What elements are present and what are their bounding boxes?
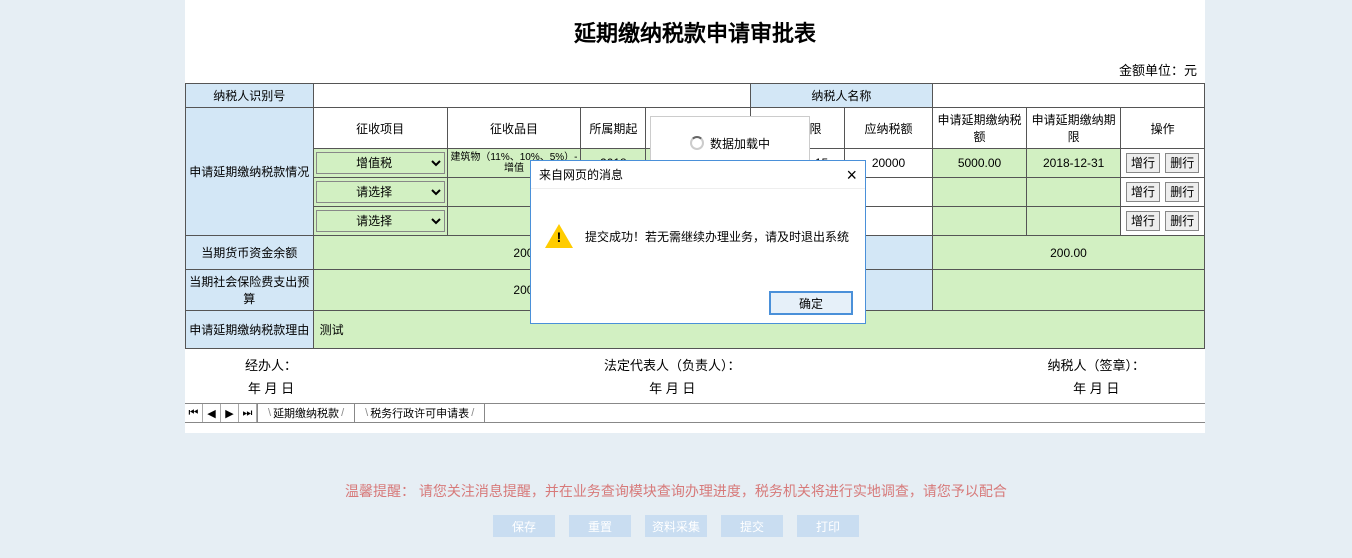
- select-tax-item-0[interactable]: 增值税: [316, 152, 445, 174]
- ok-button[interactable]: 确定: [769, 291, 853, 315]
- header-period-start: 所属期起: [581, 108, 646, 149]
- cell-cash-balance-right[interactable]: 200.00: [932, 236, 1204, 270]
- collect-button[interactable]: 资料采集: [645, 515, 707, 537]
- taxpayer-date: 年 月 日: [1047, 378, 1145, 397]
- sheet-nav-next-icon[interactable]: ▶: [221, 404, 239, 422]
- header-tax-due: 应纳税额: [845, 108, 933, 149]
- sheet-tabs: ⏮ ◀ ▶ ⏭ 延期缴纳税款 税务行政许可申请表: [185, 403, 1205, 423]
- sheet-nav-last-icon[interactable]: ⏭: [239, 404, 257, 422]
- page-title: 延期缴纳税款申请审批表: [185, 10, 1205, 60]
- sheet-nav-first-icon[interactable]: ⏮: [185, 404, 203, 422]
- del-row-button-1[interactable]: 删行: [1165, 182, 1199, 202]
- label-taxpayer-id: 纳税人识别号: [186, 84, 314, 108]
- alert-modal: 来自网页的消息 × 提交成功！若无需继续办理业务，请及时退出系统 确定: [530, 160, 866, 324]
- header-defer-deadline: 申请延期缴纳期限: [1027, 108, 1121, 149]
- del-row-button-0[interactable]: 删行: [1165, 153, 1199, 173]
- unit-label: 金额单位：元: [185, 60, 1205, 83]
- handler-date: 年 月 日: [245, 378, 297, 397]
- header-defer-amount: 申请延期缴纳税额: [932, 108, 1026, 149]
- close-icon[interactable]: ×: [846, 166, 857, 184]
- sheet-nav-prev-icon[interactable]: ◀: [203, 404, 221, 422]
- modal-title: 来自网页的消息: [539, 166, 623, 183]
- handler-label: 经办人：: [245, 355, 297, 374]
- sheet-tab-1[interactable]: 税务行政许可申请表: [355, 404, 485, 422]
- label-application-detail: 申请延期缴纳税款情况: [186, 108, 314, 236]
- legal-label: 法定代表人（负责人）：: [604, 355, 741, 374]
- sheet-tab-0[interactable]: 延期缴纳税款: [258, 404, 355, 422]
- label-reason: 申请延期缴纳税款理由: [186, 311, 314, 349]
- taxpayer-sig-label: 纳税人（签章）：: [1047, 355, 1145, 374]
- submit-button[interactable]: 提交: [721, 515, 783, 537]
- save-button[interactable]: 保存: [493, 515, 555, 537]
- reset-button[interactable]: 重置: [569, 515, 631, 537]
- print-button[interactable]: 打印: [797, 515, 859, 537]
- header-tax-item: 征收项目: [313, 108, 447, 149]
- add-row-button-1[interactable]: 增行: [1126, 182, 1160, 202]
- add-row-button-0[interactable]: 增行: [1126, 153, 1160, 173]
- del-row-button-2[interactable]: 删行: [1165, 211, 1199, 231]
- modal-message: 提交成功！若无需继续办理业务，请及时退出系统: [585, 228, 849, 245]
- reminder-text: 温馨提醒： 请您关注消息提醒，并在业务查询模块查询办理进度，税务机关将进行实地调…: [0, 481, 1352, 501]
- label-social-insurance: 当期社会保险费支出预算: [186, 270, 314, 311]
- cell-defer-amount-0[interactable]: 5000.00: [932, 149, 1026, 178]
- add-row-button-2[interactable]: 增行: [1126, 211, 1160, 231]
- cell-defer-deadline-0[interactable]: 2018-12-31: [1027, 149, 1121, 178]
- select-tax-item-2[interactable]: 请选择: [316, 210, 445, 232]
- label-cash-balance: 当期货币资金余额: [186, 236, 314, 270]
- loading-text: 数据加载中: [710, 135, 770, 152]
- legal-date: 年 月 日: [604, 378, 741, 397]
- value-taxpayer-name: [932, 84, 1204, 108]
- value-taxpayer-id: [313, 84, 750, 108]
- signature-row: 经办人： 年 月 日 法定代表人（负责人）： 年 月 日 纳税人（签章）： 年 …: [185, 349, 1205, 403]
- select-tax-item-1[interactable]: 请选择: [316, 181, 445, 203]
- action-bar: 保存 重置 资料采集 提交 打印: [0, 515, 1352, 537]
- header-tax-category: 征收品目: [447, 108, 581, 149]
- spinner-icon: [690, 136, 704, 150]
- header-action: 操作: [1121, 108, 1205, 149]
- label-taxpayer-name: 纳税人名称: [750, 84, 932, 108]
- warning-icon: [545, 224, 573, 248]
